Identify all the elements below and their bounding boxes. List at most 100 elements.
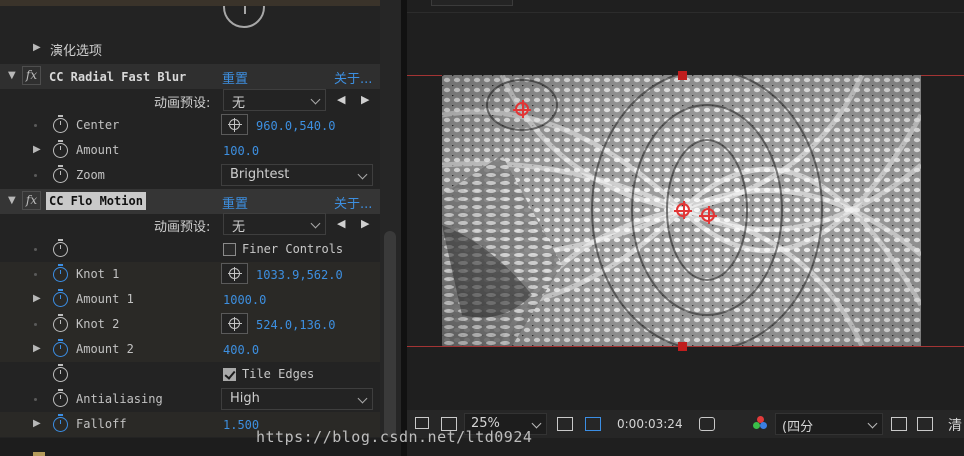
expand-arrow-icon[interactable]: ▶ [33,293,41,304]
resolution-dropdown[interactable]: (四分 [775,413,883,435]
dropdown-value: Brightest [230,167,290,182]
zoom-dropdown[interactable]: Brightest [221,164,373,186]
expand-arrow-icon[interactable]: ▶ [33,42,41,53]
knot-1-crosshair-icon[interactable] [699,206,717,224]
composition-viewer: 25% 0:00:03:24 (四分 清 [407,0,964,456]
param-value[interactable]: 1.500 [223,418,259,432]
evolution-options-row[interactable]: ▶ 演化选项 [0,36,380,61]
composition-canvas[interactable] [442,75,921,346]
preset-row: 动画预设: 无 ◀ ▶ [0,212,380,237]
effect-header-radial-fast-blur[interactable]: ▼ fx CC Radial Fast Blur 重置 关于... [0,64,380,89]
preset-value: 无 [232,220,246,235]
tile-edges-checkbox[interactable] [223,368,236,381]
stopwatch-icon[interactable] [53,339,68,357]
stopwatch-icon[interactable] [53,389,68,407]
layer-handle-bottom[interactable] [678,342,687,351]
collapse-arrow-icon[interactable]: ▼ [8,70,16,81]
collapse-arrow-icon[interactable]: ▼ [8,195,16,206]
expand-arrow-icon[interactable]: ▶ [33,343,41,354]
param-label: Knot 1 [76,267,120,281]
point-target-icon[interactable] [221,313,248,334]
point-target-icon[interactable] [221,114,248,135]
param-label: Falloff [76,417,127,431]
preset-row: 动画预设: 无 ◀ ▶ [0,88,380,113]
fx-toggle-icon[interactable]: fx [22,191,41,210]
channel-color-icon[interactable] [753,416,767,430]
stopwatch-icon[interactable] [53,239,68,257]
param-value[interactable]: 960.0,540.0 [256,119,335,133]
antialiasing-dropdown[interactable]: High [221,388,373,410]
param-label: Amount 2 [76,342,134,356]
about-link[interactable]: 关于... [334,193,372,212]
param-label: Zoom [76,168,105,182]
viewer-top-border [407,12,964,13]
param-label: Knot 2 [76,317,120,331]
checkbox-label: Tile Edges [242,367,315,381]
stopwatch-icon[interactable] [53,414,68,432]
param-label: Amount 1 [76,292,134,306]
param-row-finer-controls: Finer Controls [0,237,380,262]
param-value[interactable]: 400.0 [223,343,259,357]
stopwatch-icon[interactable] [53,364,68,382]
param-row-center: Center 960.0,540.0 [0,113,380,138]
expand-arrow-icon[interactable]: ▶ [33,418,41,429]
point-target-icon[interactable] [221,263,248,284]
effect-header-flo-motion[interactable]: ▼ fx CC Flo Motion 重置 关于... [0,189,380,214]
folder-icon [33,452,45,456]
finer-controls-checkbox[interactable] [223,243,236,256]
fx-toggle-icon[interactable]: fx [22,66,41,85]
watermark-text: https://blog.csdn.net/ltd0924 [256,428,533,446]
stopwatch-icon[interactable] [53,115,68,133]
camera-snapshot-icon[interactable] [699,417,715,431]
stopwatch-icon[interactable] [53,314,68,332]
expand-arrow-icon[interactable]: ▶ [33,144,41,155]
stopwatch-icon[interactable] [53,264,68,282]
param-value[interactable]: 1000.0 [223,293,266,307]
param-row-amount-1: ▶ Amount 1 1000.0 [0,287,380,312]
after-effects-window: ▶ 演化选项 ▼ fx CC Radial Fast Blur 重置 关于...… [0,0,964,456]
resolution-value: (四分 [782,420,814,435]
preset-dropdown[interactable]: 无 [223,89,326,111]
center-crosshair-icon[interactable] [674,201,692,219]
dropdown-value: High [230,391,260,406]
checkbox-label: Finer Controls [242,242,344,256]
reset-link[interactable]: 重置 [222,193,248,212]
grid-guides-icon[interactable] [557,417,573,431]
prev-preset-arrow-icon[interactable]: ◀ [337,217,345,230]
stopwatch-icon[interactable] [53,165,68,183]
effect-name: CC Radial Fast Blur [49,70,187,84]
about-link[interactable]: 关于... [334,68,372,87]
effect-controls-panel: ▶ 演化选项 ▼ fx CC Radial Fast Blur 重置 关于...… [0,0,401,456]
next-preset-arrow-icon[interactable]: ▶ [361,93,369,106]
preset-value: 无 [232,96,246,111]
transparency-grid-icon[interactable] [917,417,933,431]
knot-2-crosshair-icon[interactable] [513,100,531,118]
current-time-display[interactable]: 0:00:03:24 [617,417,683,431]
layer-handle-top[interactable] [678,71,687,80]
region-of-interest-icon[interactable] [891,417,907,431]
param-row-antialiasing: Antialiasing High [0,387,380,412]
preset-dropdown[interactable]: 无 [223,213,326,235]
next-preset-arrow-icon[interactable]: ▶ [361,217,369,230]
preset-label: 动画预设: [154,96,211,111]
param-label: Center [76,118,120,132]
param-label: Antialiasing [76,392,163,406]
param-value[interactable]: 524.0,136.0 [256,318,335,332]
param-label: Amount [76,143,120,157]
mask-visibility-icon[interactable] [585,417,601,431]
param-value[interactable]: 1033.9,562.0 [256,268,343,282]
top-clip-bar [0,0,380,6]
viewer-tab[interactable] [431,0,513,6]
param-row-zoom: Zoom Brightest [0,163,380,188]
effect-name: CC Flo Motion [46,192,146,210]
stopwatch-icon[interactable] [53,140,68,158]
prev-preset-arrow-icon[interactable]: ◀ [337,93,345,106]
param-row-knot-2: Knot 2 524.0,136.0 [0,312,380,337]
param-value[interactable]: 100.0 [223,144,259,158]
scrollbar-thumb[interactable] [384,231,396,437]
param-row-tile-edges: Tile Edges [0,362,380,387]
toolbar-cut-label[interactable]: 清 [948,415,962,435]
reset-link[interactable]: 重置 [222,68,248,87]
param-row-knot-1: Knot 1 1033.9,562.0 [0,262,380,287]
stopwatch-icon[interactable] [53,289,68,307]
